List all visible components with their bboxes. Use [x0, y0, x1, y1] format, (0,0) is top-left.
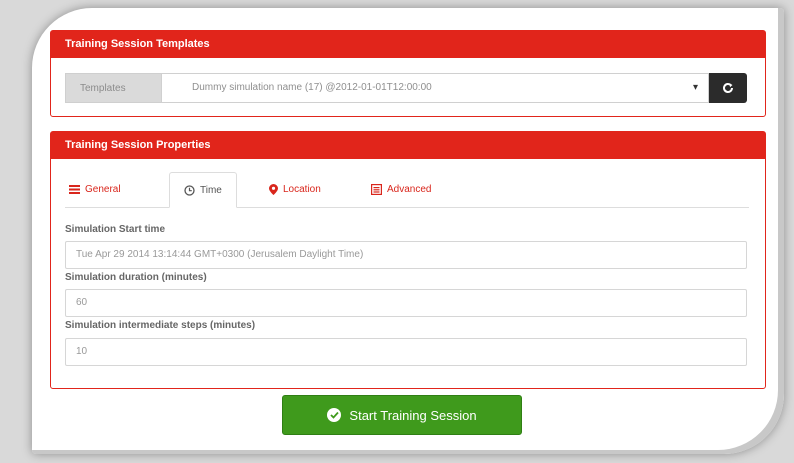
tab-time[interactable]: Time [169, 172, 237, 208]
check-circle-icon [327, 408, 342, 422]
properties-panel: Training Session Properties General Time [50, 131, 766, 389]
refresh-template-button[interactable] [709, 73, 747, 103]
start-time-input[interactable]: Tue Apr 29 2014 13:14:44 GMT+0300 (Jerus… [65, 241, 747, 269]
properties-tabs: General Time Location Advanced [65, 172, 749, 208]
template-selected-value: Dummy simulation name (17) @2012-01-01T1… [192, 82, 432, 93]
refresh-icon [723, 83, 733, 93]
tab-location[interactable]: Location [269, 172, 321, 207]
tab-general-label: General [85, 184, 121, 195]
properties-panel-title: Training Session Properties [51, 132, 765, 159]
tab-general[interactable]: General [69, 172, 121, 207]
map-marker-icon [269, 184, 278, 195]
list-icon [69, 185, 80, 194]
tab-time-label: Time [200, 184, 222, 196]
templates-addon-label: Templates [65, 73, 161, 103]
main-card: Training Session Templates Templates Dum… [32, 8, 784, 454]
tab-advanced[interactable]: Advanced [371, 172, 431, 207]
template-select-group: Templates Dummy simulation name (17) @20… [65, 73, 747, 103]
duration-label: Simulation duration (minutes) [65, 272, 207, 283]
tab-location-label: Location [283, 184, 321, 195]
tab-advanced-label: Advanced [387, 184, 432, 195]
start-training-label: Start Training Session [349, 407, 477, 423]
clock-icon [184, 184, 195, 196]
templates-panel: Training Session Templates Templates Dum… [50, 30, 766, 117]
steps-input[interactable]: 10 [65, 338, 747, 366]
templates-panel-title: Training Session Templates [51, 31, 765, 58]
steps-label: Simulation intermediate steps (minutes) [65, 320, 256, 331]
template-select[interactable]: Dummy simulation name (17) @2012-01-01T1… [161, 73, 709, 103]
start-time-label: Simulation Start time [65, 224, 166, 235]
start-training-button[interactable]: Start Training Session [282, 395, 522, 435]
table-icon [371, 184, 382, 195]
duration-input[interactable]: 60 [65, 289, 747, 317]
select-caret-icon: ▾ [692, 82, 698, 93]
